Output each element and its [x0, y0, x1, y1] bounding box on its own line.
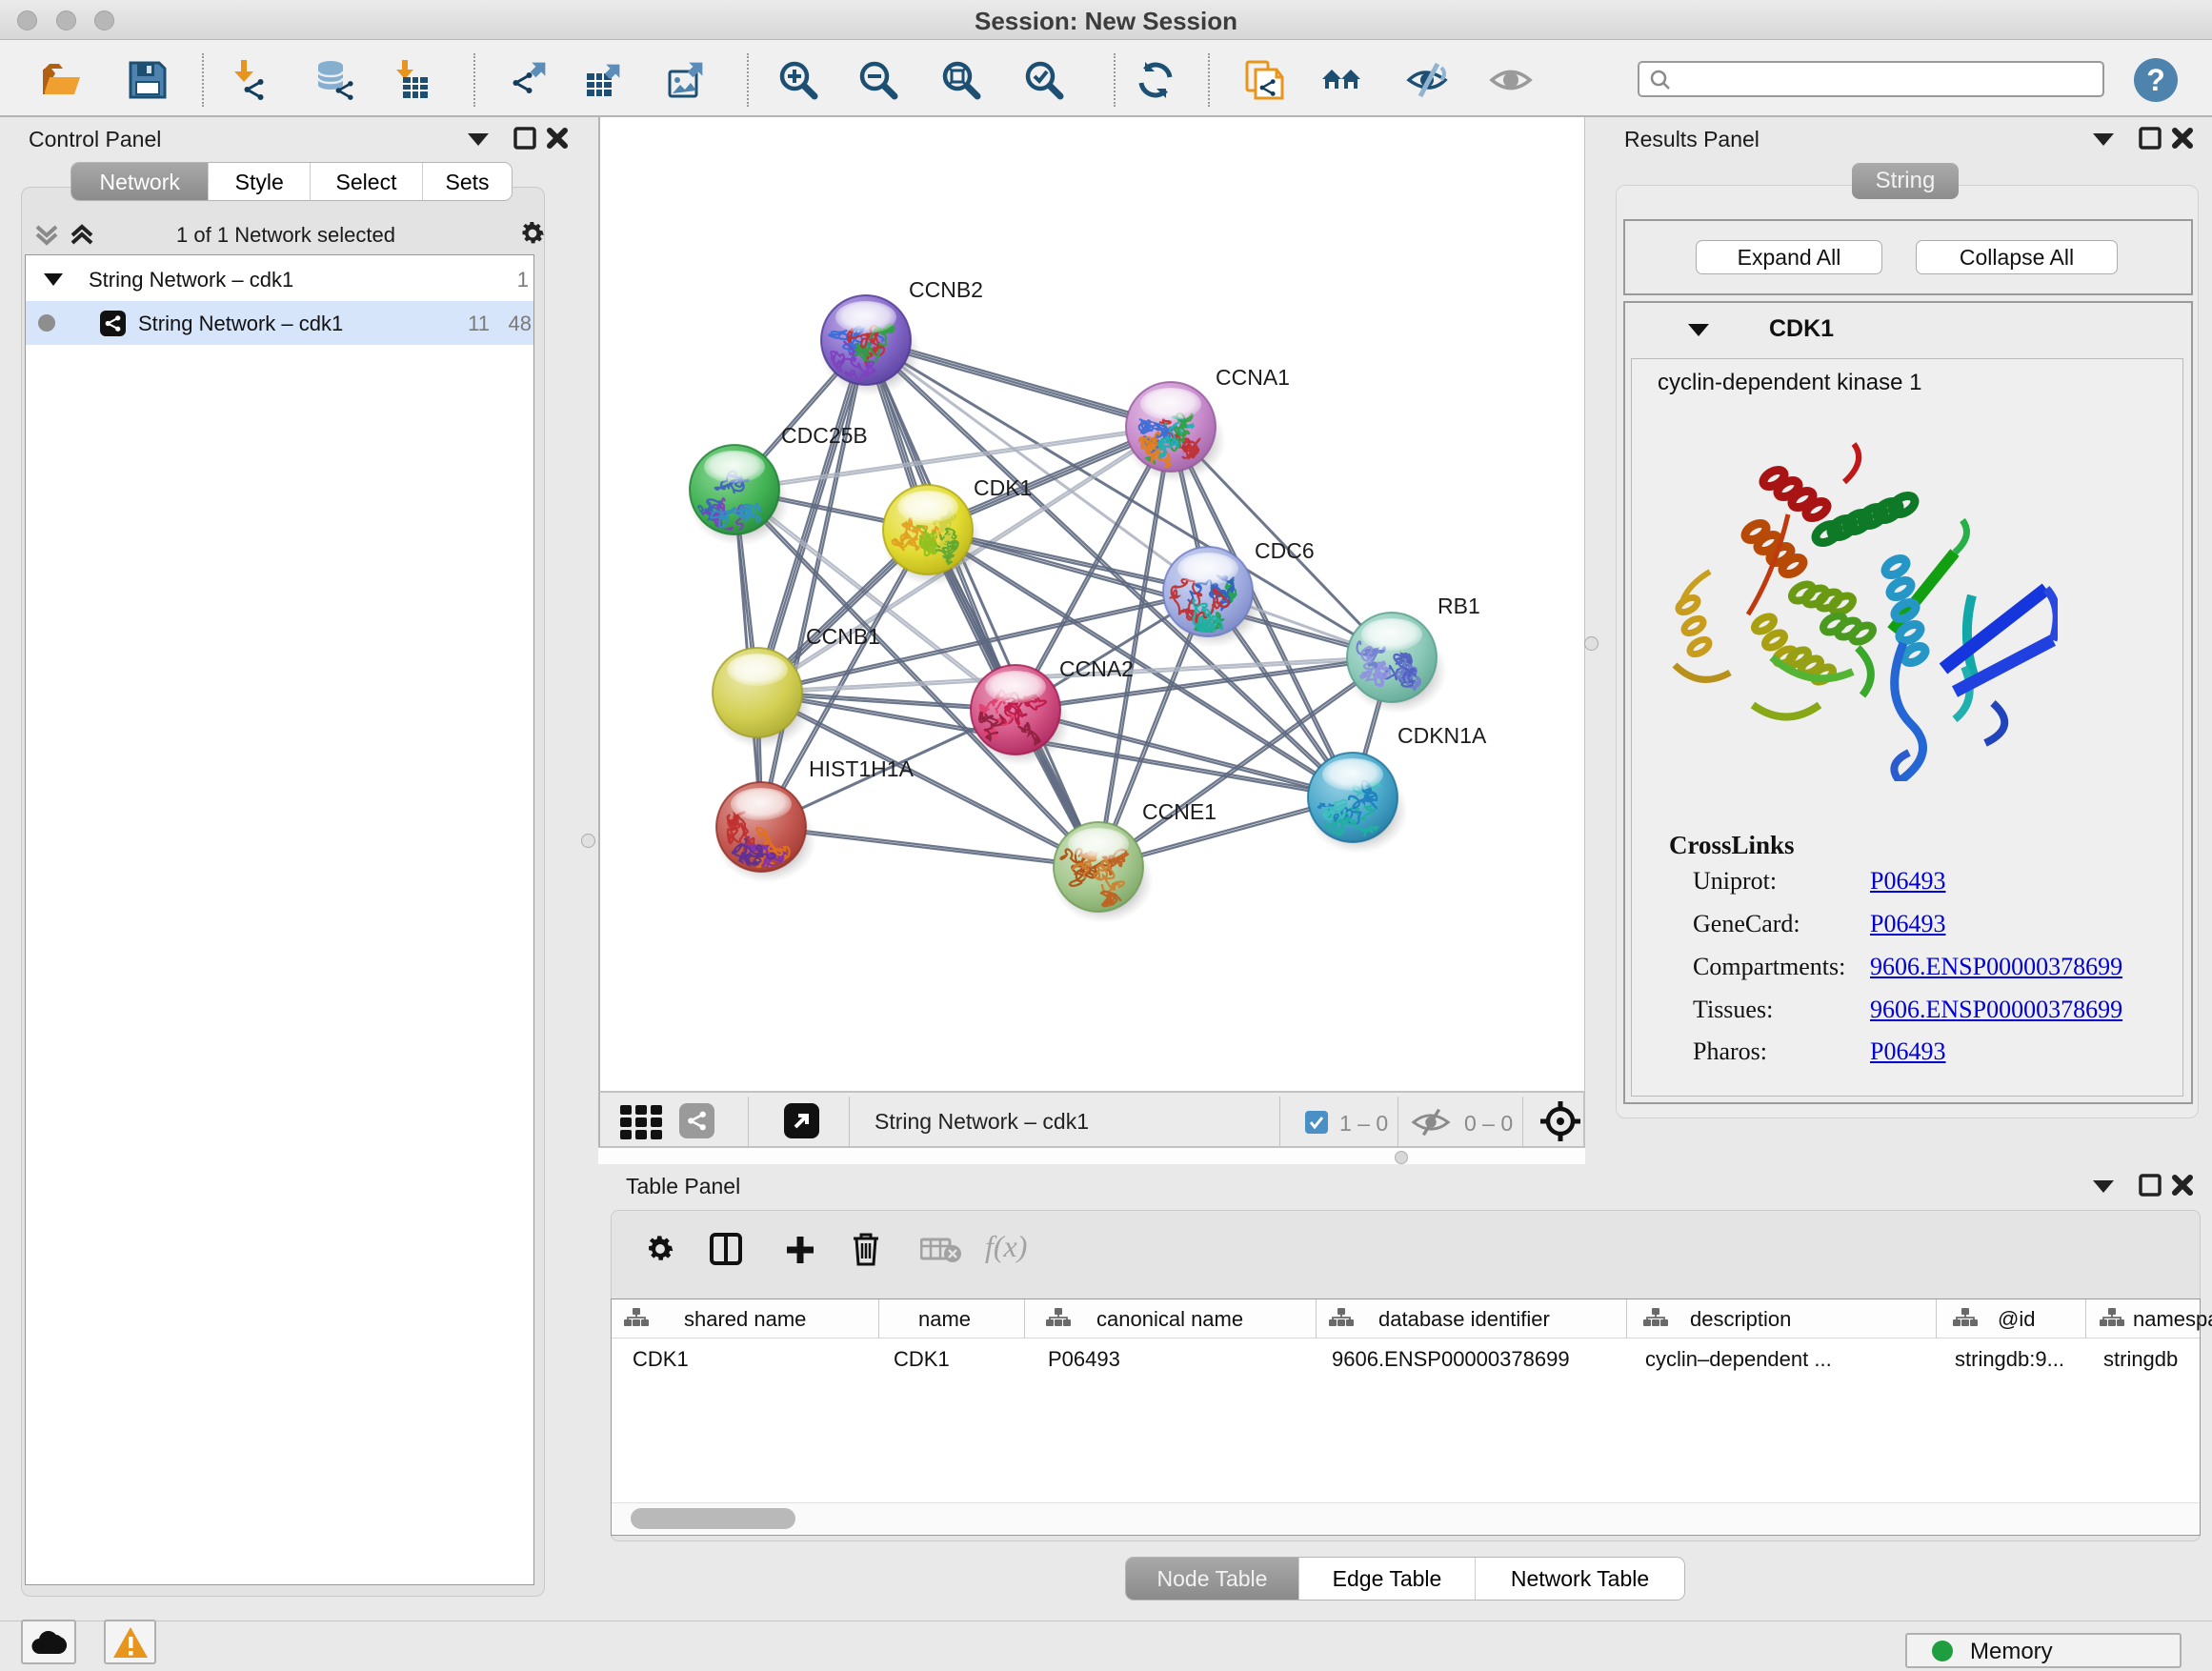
- svg-text:CCNA2: CCNA2: [1059, 656, 1134, 681]
- svg-text:CDK1: CDK1: [974, 475, 1032, 500]
- svg-text:HIST1H1A: HIST1H1A: [809, 756, 915, 781]
- svg-text:CDKN1A: CDKN1A: [1398, 723, 1487, 748]
- svg-text:CCNE1: CCNE1: [1142, 799, 1217, 824]
- svg-text:CCNB2: CCNB2: [909, 277, 983, 302]
- svg-text:CDC6: CDC6: [1255, 538, 1315, 563]
- svg-text:CCNB1: CCNB1: [806, 624, 880, 649]
- svg-text:RB1: RB1: [1438, 594, 1480, 618]
- svg-text:CDC25B: CDC25B: [781, 423, 868, 448]
- svg-text:CCNA1: CCNA1: [1216, 365, 1290, 390]
